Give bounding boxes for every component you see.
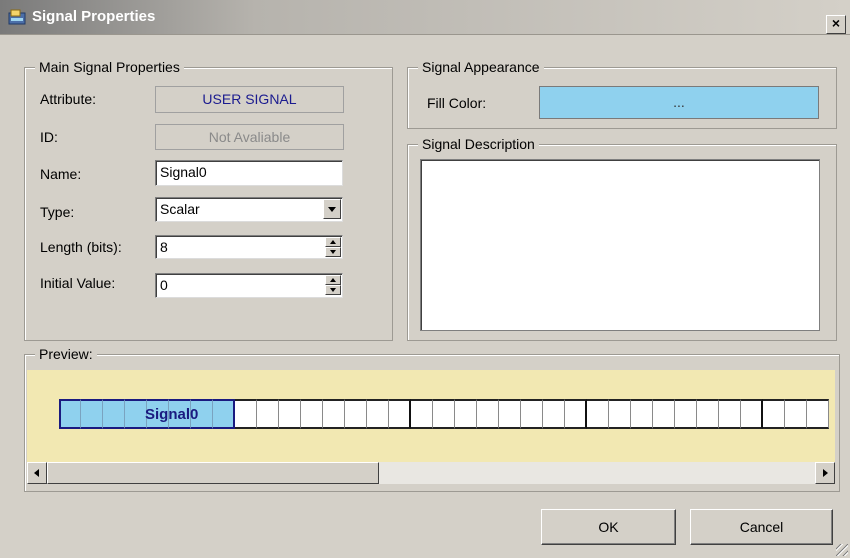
initial-value-label: Initial Value:	[40, 275, 116, 291]
empty-bit-cell	[279, 399, 301, 429]
chevron-down-icon[interactable]	[323, 199, 341, 219]
attribute-label: Attribute:	[40, 91, 97, 107]
length-value: 8	[160, 239, 168, 255]
signal-properties-icon	[8, 9, 26, 25]
title-bar: Signal Properties ×	[0, 0, 850, 35]
empty-bit-cell	[433, 399, 455, 429]
empty-bit-cell	[785, 399, 807, 429]
empty-bit-cell	[609, 399, 631, 429]
preview-canvas: Signal0	[27, 370, 835, 462]
empty-bit-cell	[477, 399, 499, 429]
preview-signal-label: Signal0	[145, 406, 199, 423]
empty-bit-cell	[411, 399, 433, 429]
signal-bit-cell	[81, 399, 103, 429]
window-title: Signal Properties	[32, 8, 156, 25]
attribute-field: USER SIGNAL	[155, 86, 344, 113]
scroll-right-icon[interactable]	[815, 462, 835, 484]
resize-grip-icon[interactable]	[836, 544, 848, 556]
initial-value: 0	[160, 277, 168, 293]
scrollbar-thumb[interactable]	[47, 462, 379, 484]
empty-bit-cell	[675, 399, 697, 429]
initial-value-increment-icon[interactable]	[325, 275, 341, 285]
name-input[interactable]: Signal0	[155, 160, 343, 186]
ok-button[interactable]: OK	[541, 509, 676, 545]
initial-value-stepper[interactable]: 0	[155, 273, 343, 298]
preview-horizontal-scrollbar[interactable]	[27, 462, 835, 484]
empty-bit-cell	[345, 399, 367, 429]
empty-bit-cell	[587, 399, 609, 429]
empty-bit-cell	[521, 399, 543, 429]
signal-bit-cell	[125, 399, 147, 429]
empty-bit-cell	[807, 399, 829, 429]
cancel-button[interactable]: Cancel	[690, 509, 833, 545]
signal-bit-cell	[213, 399, 235, 429]
empty-bit-cell	[257, 399, 279, 429]
empty-bit-cell	[543, 399, 565, 429]
signal-bit-cell	[59, 399, 81, 429]
main-signal-properties-legend: Main Signal Properties	[35, 59, 184, 75]
type-select-value: Scalar	[160, 201, 200, 217]
length-decrement-icon[interactable]	[325, 247, 341, 257]
empty-bit-cell	[741, 399, 763, 429]
empty-bit-cell	[763, 399, 785, 429]
empty-bit-cell	[719, 399, 741, 429]
id-value: Not Avaliable	[208, 129, 291, 145]
preview-legend: Preview:	[35, 346, 97, 362]
empty-bit-cell	[367, 399, 389, 429]
empty-bit-cell	[565, 399, 587, 429]
empty-bit-cell	[389, 399, 411, 429]
initial-value-decrement-icon[interactable]	[325, 285, 341, 295]
length-label: Length (bits):	[40, 239, 122, 255]
scroll-left-icon[interactable]	[27, 462, 47, 484]
type-label: Type:	[40, 204, 75, 220]
type-select[interactable]: Scalar	[155, 197, 343, 222]
empty-bit-cell	[235, 399, 257, 429]
empty-bit-cell	[653, 399, 675, 429]
signal-description-legend: Signal Description	[418, 136, 539, 152]
signal-description-textarea[interactable]	[420, 159, 820, 331]
empty-bit-cell	[631, 399, 653, 429]
id-field: Not Avaliable	[155, 124, 344, 150]
length-stepper[interactable]: 8	[155, 235, 343, 259]
empty-bit-cell	[697, 399, 719, 429]
empty-bit-cell	[301, 399, 323, 429]
close-button[interactable]: ×	[826, 15, 846, 34]
length-increment-icon[interactable]	[325, 237, 341, 247]
signal-bit-cell	[103, 399, 125, 429]
empty-bit-cell	[499, 399, 521, 429]
fill-color-button[interactable]: ...	[539, 86, 819, 119]
fill-color-label: Fill Color:	[427, 95, 487, 111]
id-label: ID:	[40, 129, 58, 145]
signal-appearance-legend: Signal Appearance	[418, 59, 544, 75]
empty-bit-cell	[323, 399, 345, 429]
empty-bit-cell	[455, 399, 477, 429]
attribute-value: USER SIGNAL	[202, 91, 297, 107]
name-label: Name:	[40, 166, 82, 182]
